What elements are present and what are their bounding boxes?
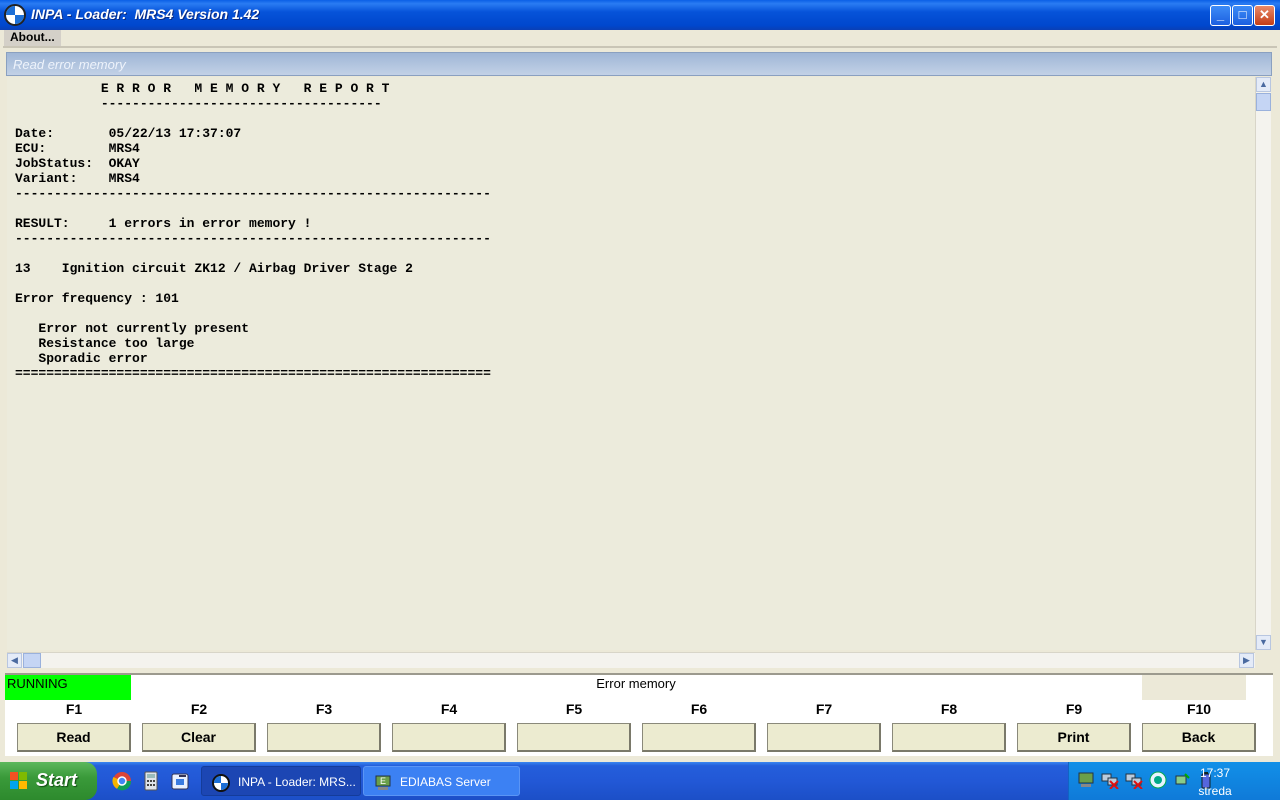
fkey-f2: F2 Clear bbox=[142, 700, 256, 752]
start-button[interactable]: Start bbox=[0, 762, 97, 800]
horizontal-scrollbar[interactable]: ◀ ▶ bbox=[7, 652, 1255, 668]
report-line: Sporadic error bbox=[15, 351, 148, 366]
calculator-icon[interactable] bbox=[141, 771, 161, 791]
fkey-button-f2[interactable]: Clear bbox=[142, 723, 256, 752]
fkey-button-f4[interactable] bbox=[392, 723, 506, 752]
report-line: ----------------------------------------… bbox=[15, 186, 491, 201]
report-area[interactable]: E R R O R M E M O R Y R E P O R T ------… bbox=[7, 77, 1255, 650]
fkey-button-f9[interactable]: Print bbox=[1017, 723, 1131, 752]
explorer-icon[interactable] bbox=[170, 771, 190, 791]
vertical-scroll-thumb[interactable] bbox=[1256, 93, 1271, 111]
window-title: INPA - Loader: MRS4 Version 1.42 bbox=[31, 6, 260, 22]
function-key-bar: F1 Read F2 Clear F3 F4 F5 F6 F7 F8 F9 Print F10 Back bbox=[5, 700, 1273, 756]
fkey-f8: F8 bbox=[892, 700, 1006, 752]
fkey-button-f7[interactable] bbox=[767, 723, 881, 752]
report-line: ========================================… bbox=[15, 366, 491, 381]
fkey-button-f8[interactable] bbox=[892, 723, 1006, 752]
scroll-up-arrow-icon[interactable]: ▲ bbox=[1256, 77, 1271, 92]
vertical-scrollbar[interactable]: ▲ ▼ bbox=[1255, 77, 1271, 650]
report-line: Resistance too large bbox=[15, 336, 195, 351]
report-line bbox=[15, 201, 491, 216]
report-line bbox=[15, 306, 491, 321]
fkey-number: F3 bbox=[315, 701, 333, 717]
ediabas-tray-icon[interactable] bbox=[1077, 771, 1095, 789]
report-line: E R R O R M E M O R Y R E P O R T bbox=[15, 81, 390, 96]
bmw-icon bbox=[212, 773, 230, 792]
close-button[interactable]: ✕ bbox=[1254, 5, 1275, 26]
fkey-number: F5 bbox=[565, 701, 583, 717]
panel-header: Read error memory bbox=[6, 52, 1272, 76]
task-label: EDIABAS Server bbox=[400, 775, 491, 789]
fkey-f10: F10 Back bbox=[1142, 700, 1256, 752]
report-line bbox=[15, 111, 491, 126]
scroll-right-arrow-icon[interactable]: ▶ bbox=[1239, 653, 1254, 668]
report-text: E R R O R M E M O R Y R E P O R T ------… bbox=[15, 81, 491, 381]
windows-logo-icon bbox=[10, 772, 28, 790]
fkey-button-f3[interactable] bbox=[267, 723, 381, 752]
fkey-f6: F6 bbox=[642, 700, 756, 752]
fkey-number: F1 bbox=[65, 701, 83, 717]
fkey-f7: F7 bbox=[767, 700, 881, 752]
report-line: RESULT: 1 errors in error memory ! bbox=[15, 216, 312, 231]
taskbar: Start INPA - Loader: MRS... E EDIABAS Se… bbox=[0, 762, 1280, 800]
menu-about[interactable]: About... bbox=[4, 30, 61, 46]
fkey-f9: F9 Print bbox=[1017, 700, 1131, 752]
fkey-number: F10 bbox=[1186, 701, 1212, 717]
status-running-indicator: RUNNING bbox=[5, 675, 131, 700]
window-titlebar[interactable]: INPA - Loader: MRS4 Version 1.42 _ □ ✕ bbox=[0, 0, 1280, 30]
fkey-number: F2 bbox=[190, 701, 208, 717]
panel-title: Read error memory bbox=[13, 57, 126, 72]
fkey-button-f10[interactable]: Back bbox=[1142, 723, 1256, 752]
fkey-number: F8 bbox=[940, 701, 958, 717]
report-line: Date: 05/22/13 17:37:07 bbox=[15, 126, 242, 141]
fkey-f4: F4 bbox=[392, 700, 506, 752]
status-title: Error memory bbox=[596, 676, 676, 691]
fkey-f1: F1 Read bbox=[17, 700, 131, 752]
minimize-button[interactable]: _ bbox=[1210, 5, 1231, 26]
fkey-number: F9 bbox=[1065, 701, 1083, 717]
bmw-logo-icon bbox=[4, 4, 26, 26]
ediabas-icon: E bbox=[374, 773, 392, 791]
fkey-button-f1[interactable]: Read bbox=[17, 723, 131, 752]
fkey-f5: F5 bbox=[517, 700, 631, 752]
report-line: JobStatus: OKAY bbox=[15, 156, 140, 171]
task-inpa-loader[interactable]: INPA - Loader: MRS... bbox=[201, 766, 361, 796]
fkey-number: F4 bbox=[440, 701, 458, 717]
report-line: ECU: MRS4 bbox=[15, 141, 140, 156]
fkey-number: F7 bbox=[815, 701, 833, 717]
task-ediabas-server[interactable]: E EDIABAS Server bbox=[363, 766, 520, 796]
report-line: 13 Ignition circuit ZK12 / Airbag Driver… bbox=[15, 261, 413, 276]
svg-text:E: E bbox=[380, 776, 386, 786]
network-disconnected-icon[interactable] bbox=[1125, 771, 1143, 790]
network-disconnected-icon[interactable] bbox=[1101, 771, 1119, 790]
start-label: Start bbox=[36, 770, 78, 790]
scroll-down-arrow-icon[interactable]: ▼ bbox=[1256, 635, 1271, 650]
report-line: Variant: MRS4 bbox=[15, 171, 140, 186]
report-line bbox=[15, 246, 491, 261]
report-line: ----------------------------------------… bbox=[15, 231, 491, 246]
fkey-f3: F3 bbox=[267, 700, 381, 752]
task-label: INPA - Loader: MRS... bbox=[238, 775, 356, 789]
maximize-button[interactable]: □ bbox=[1232, 5, 1253, 26]
report-line: Error not currently present bbox=[15, 321, 250, 336]
horizontal-scroll-thumb[interactable] bbox=[23, 653, 41, 668]
chrome-icon[interactable] bbox=[112, 771, 132, 791]
report-line bbox=[15, 276, 491, 291]
status-bar: Error memory RUNNING bbox=[5, 673, 1273, 700]
menu-bar: About... bbox=[0, 30, 1280, 46]
clock-time[interactable]: 17:37 bbox=[1160, 766, 1270, 780]
report-line: ------------------------------------ bbox=[15, 96, 382, 111]
scroll-left-arrow-icon[interactable]: ◀ bbox=[7, 653, 22, 668]
clock-day: streda bbox=[1198, 784, 1232, 798]
status-right-field bbox=[1142, 675, 1246, 700]
fkey-number: F6 bbox=[690, 701, 708, 717]
report-line: Error frequency : 101 bbox=[15, 291, 179, 306]
fkey-button-f5[interactable] bbox=[517, 723, 631, 752]
fkey-button-f6[interactable] bbox=[642, 723, 756, 752]
